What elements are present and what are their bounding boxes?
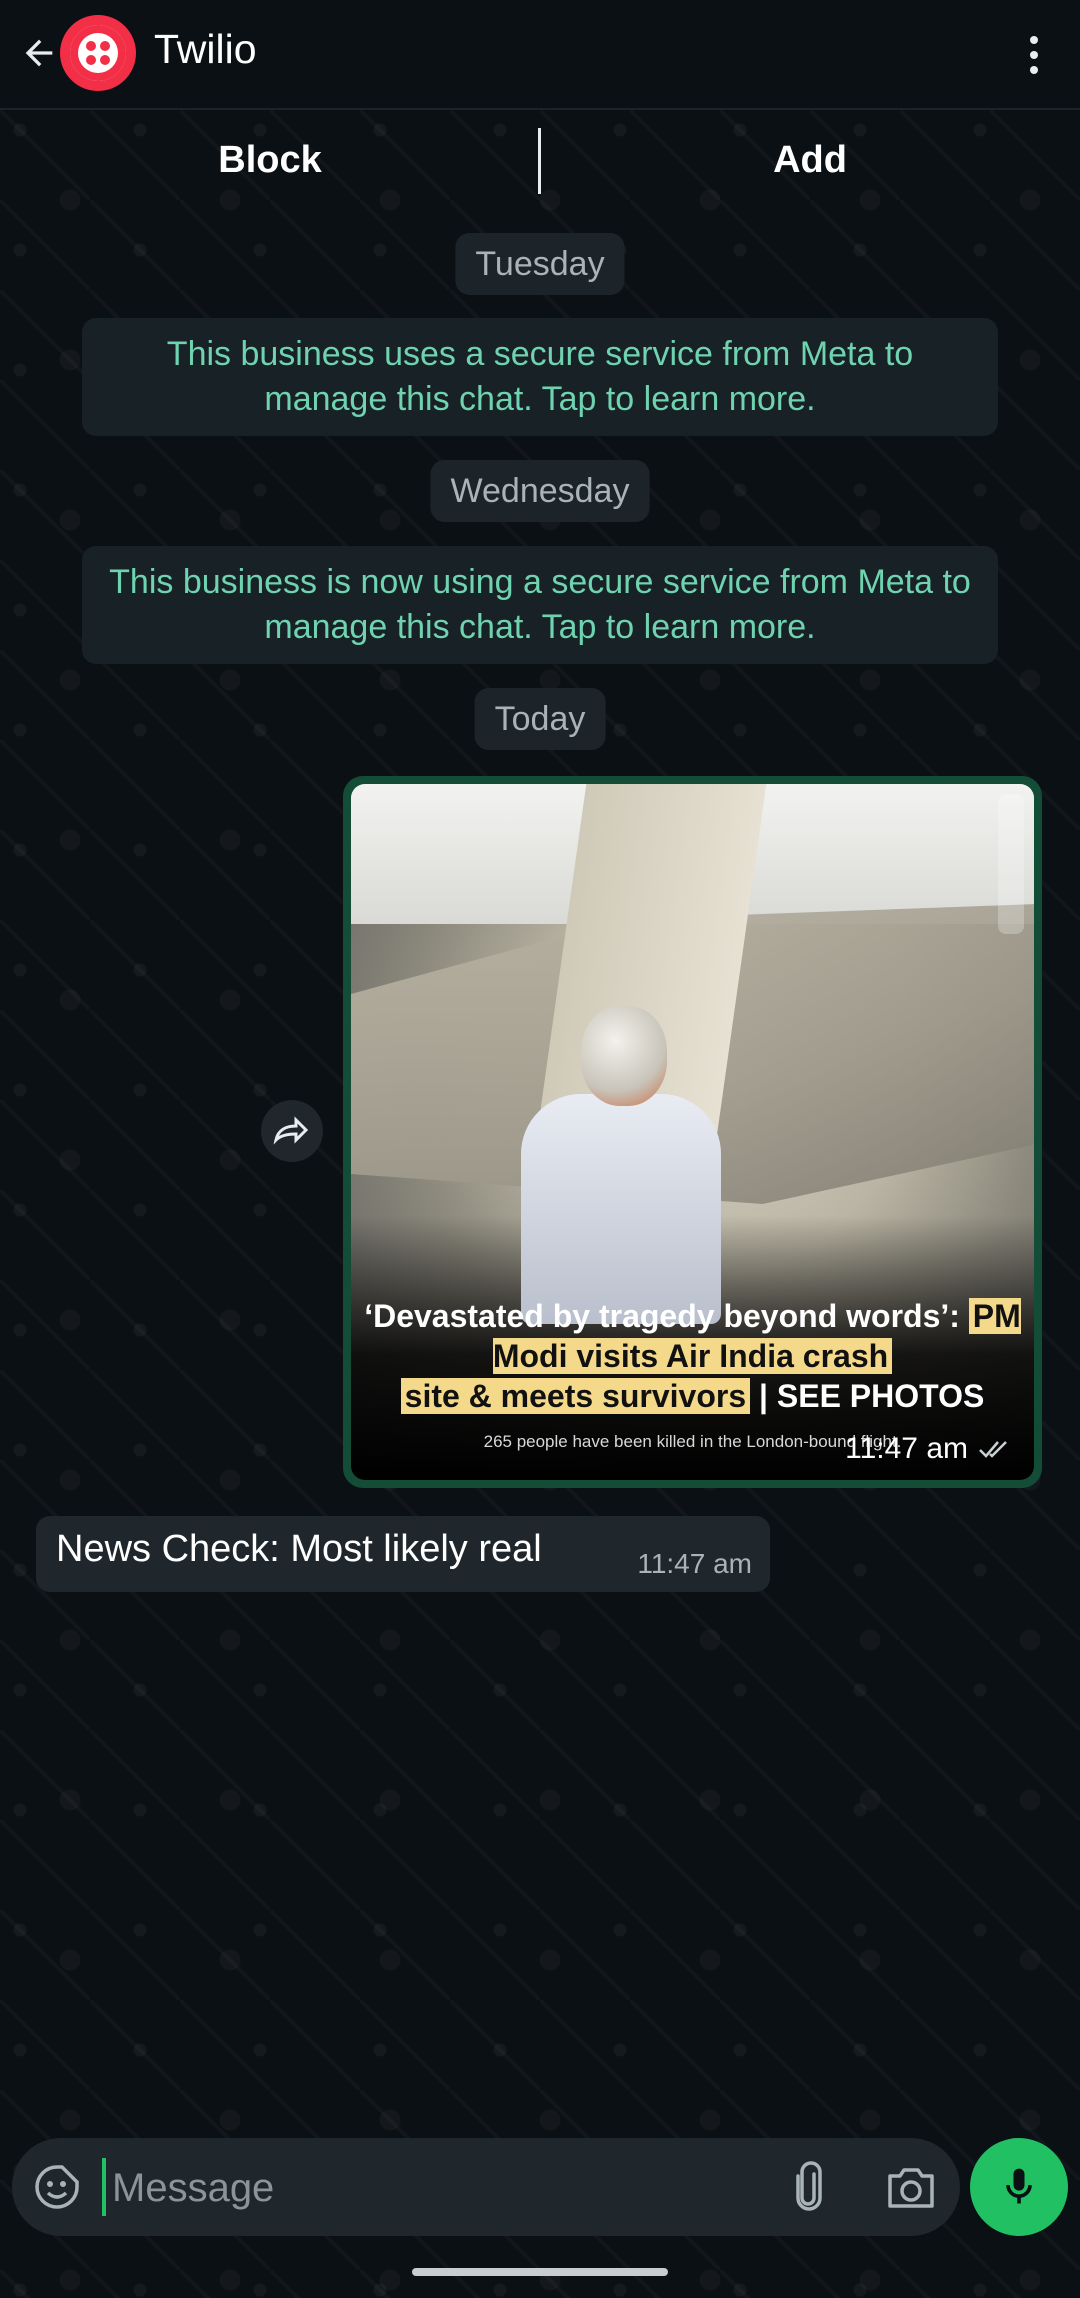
security-notice-updated[interactable]: This business is now using a secure serv… [82,546,998,664]
more-vert-icon[interactable] [1016,30,1052,80]
date-chip-wednesday: Wednesday [430,460,650,522]
date-chip-tuesday: Tuesday [455,233,625,295]
image-headline: ‘Devastated by tragedy beyond words’: PM… [364,1298,1021,1414]
incoming-message[interactable]: News Check: Most likely real 11:47 am [36,1516,770,1592]
microphone-button[interactable] [970,2138,1068,2236]
sticker-emoji-icon[interactable] [32,2162,82,2212]
watermark-icon [998,794,1024,934]
add-button[interactable]: Add [540,110,1080,210]
message-time: 11:47 am [637,1548,752,1579]
forward-icon [273,1116,309,1145]
security-notice[interactable]: This business uses a secure service from… [82,318,998,436]
message-input[interactable] [110,2148,754,2228]
contact-avatar[interactable] [60,15,136,91]
outgoing-image-message[interactable]: ‘Devastated by tragedy beyond words’: PM… [343,776,1042,1488]
news-photo[interactable]: ‘Devastated by tragedy beyond words’: PM… [351,784,1034,1480]
text-caret [102,2158,106,2216]
camera-icon[interactable] [884,2162,938,2212]
person-figure [521,1094,721,1324]
back-button[interactable] [14,28,64,78]
arrow-left-icon [25,39,53,67]
message-meta: 11:47 am [845,1432,1012,1466]
twilio-logo-icon [70,25,126,81]
home-indicator[interactable] [412,2268,668,2276]
date-chip-today: Today [474,688,606,750]
contact-name[interactable]: Twilio [154,26,257,73]
message-text: News Check: Most likely real [56,1528,542,1570]
message-composer [12,2138,960,2236]
chat-header: Twilio [0,0,1080,110]
double-check-icon [979,1441,1007,1458]
action-bar: Block Add [0,110,1080,210]
microphone-icon [1006,2168,1032,2204]
block-button[interactable]: Block [0,110,540,210]
paperclip-icon[interactable] [784,2160,834,2214]
message-time: 11:47 am [845,1432,968,1465]
forward-button[interactable] [261,1100,323,1162]
